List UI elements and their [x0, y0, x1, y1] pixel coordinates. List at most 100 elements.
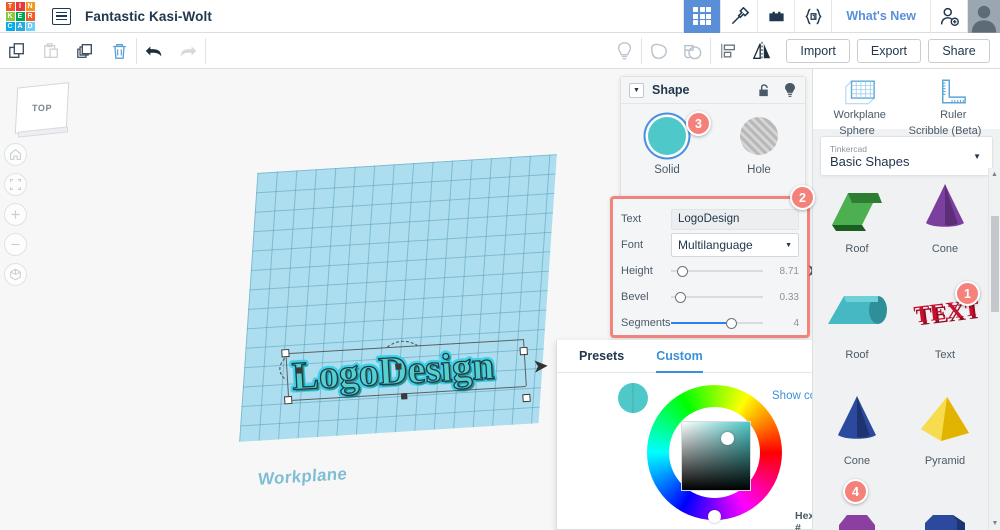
shape-cell-cone2[interactable]: Cone [813, 366, 901, 472]
hole-option[interactable]: Hole [723, 117, 795, 176]
hamburger-menu-icon[interactable] [52, 7, 71, 25]
zoom-out-button[interactable] [4, 233, 27, 256]
ungroup-button[interactable] [676, 33, 710, 69]
rotate-handle-right[interactable]: ➤ [532, 355, 549, 379]
view-cube[interactable]: TOP [14, 82, 72, 138]
resize-handle-bl[interactable] [283, 395, 293, 405]
tinkercad-logo[interactable]: TINKERCAD [0, 0, 40, 33]
text-label: Text [621, 213, 642, 225]
tab-presets[interactable]: Presets [579, 340, 624, 373]
group-button[interactable] [642, 33, 676, 69]
tab-custom[interactable]: Custom [656, 340, 703, 373]
collapse-panel-button[interactable]: ▼ [629, 82, 644, 98]
bevel-field-row: Bevel 0.33 [621, 284, 799, 310]
workplane-tool-label: Workplane [833, 108, 886, 121]
height-slider-knob[interactable] [676, 265, 688, 277]
export-button[interactable]: Export [856, 38, 921, 63]
plus-icon [11, 210, 20, 219]
brick-icon [769, 11, 784, 21]
rotate-arc-left[interactable] [272, 356, 290, 383]
shape-panel-header: ▼ Shape [621, 77, 805, 104]
shape-cell-scribble[interactable]: Scribble (Beta) [901, 120, 989, 154]
font-select[interactable]: Multilanguage ▼ [671, 233, 799, 257]
scrollbar-thumb[interactable] [991, 216, 999, 312]
top-bar-right: What's New [683, 0, 1000, 33]
hue-selector-dot[interactable] [708, 510, 721, 523]
solid-color-swatch[interactable] [648, 117, 686, 155]
copy-button[interactable] [0, 33, 34, 69]
step-badge-2: 2 [790, 185, 815, 210]
resize-handle-br[interactable] [522, 393, 531, 403]
font-label: Font [621, 239, 644, 251]
design-tab[interactable] [683, 0, 721, 33]
ungroup-shapes-icon [684, 44, 702, 59]
shape-cell-cone[interactable]: Cone [901, 154, 989, 260]
logo-letter: R [25, 11, 35, 21]
invite-people-button[interactable] [930, 0, 967, 33]
grid-icon [693, 7, 712, 25]
mirror-button[interactable] [745, 33, 779, 69]
resize-handle-left[interactable] [296, 367, 303, 374]
perspective-toggle-button[interactable] [4, 263, 27, 286]
font-value: Multilanguage [678, 238, 753, 252]
lightbulb-icon[interactable] [783, 82, 797, 98]
logo-letter: C [5, 21, 15, 31]
cylinder-roof-shape-art [826, 282, 888, 344]
avatar[interactable] [967, 0, 1000, 33]
hole-label: Hole [747, 164, 771, 176]
resize-handle-tr[interactable] [519, 346, 528, 356]
step-badge-4: 4 [843, 479, 868, 504]
segments-label: Segments [621, 317, 671, 329]
home-icon [10, 148, 21, 160]
hole-swatch[interactable] [740, 117, 778, 155]
codeblocks-tab[interactable] [720, 0, 757, 33]
shape-cell-cylinder-roof[interactable]: Roof [813, 260, 901, 366]
scroll-up-arrow-icon[interactable]: ▲ [989, 168, 1000, 181]
shape-cell-roof[interactable]: Roof [813, 154, 901, 260]
height-value: 8.71 [779, 265, 799, 277]
delete-button[interactable] [102, 33, 136, 69]
edit-toolbar: Import Export Share [0, 33, 1000, 69]
blocks-tab[interactable] [794, 0, 831, 33]
bevel-slider[interactable] [671, 287, 763, 307]
height-handle[interactable] [395, 363, 402, 370]
bricks-tab[interactable] [757, 0, 794, 33]
segments-slider-knob[interactable] [726, 317, 738, 329]
saturation-value-square[interactable] [681, 421, 751, 491]
redo-button [171, 33, 205, 69]
fit-view-button[interactable] [4, 173, 27, 196]
height-slider[interactable] [671, 261, 763, 281]
share-button[interactable]: Share [928, 38, 990, 63]
bevel-slider-knob[interactable] [674, 291, 686, 303]
chevron-down-icon: ▼ [785, 241, 792, 249]
minus-icon [11, 243, 20, 246]
selection-bounding-box[interactable]: ➤ [279, 330, 549, 423]
roof-shape-art [826, 176, 888, 238]
align-icon [721, 43, 736, 58]
step-badge-1: 1 [955, 281, 980, 306]
sv-selector-dot[interactable] [721, 432, 734, 445]
shape-cell-sphere[interactable]: Sphere [813, 120, 901, 154]
notes-button[interactable] [607, 33, 641, 69]
import-button[interactable]: Import [786, 38, 850, 63]
undo-button[interactable] [137, 33, 171, 69]
top-bar: TINKERCAD Fantastic Kasi-Wolt What's New [0, 0, 1000, 33]
rotate-arc-top[interactable] [385, 334, 420, 350]
cone-shape-art [920, 176, 970, 238]
shape-grid-scrollbar[interactable]: ▲ ▼ [988, 168, 1000, 530]
duplicate-icon [77, 43, 92, 58]
scroll-down-arrow-icon[interactable]: ▼ [989, 517, 1000, 530]
text-input[interactable]: LogoDesign [671, 208, 799, 230]
shape-cell-pyramid[interactable]: Pyramid [901, 366, 989, 472]
resize-handle-bottom[interactable] [401, 393, 408, 400]
whats-new-button[interactable]: What's New [831, 0, 930, 33]
home-view-button[interactable] [4, 143, 27, 166]
align-button[interactable] [711, 33, 745, 69]
shape-cell-hex-blue[interactable] [901, 472, 989, 530]
segments-slider[interactable] [671, 313, 763, 333]
shape-cell-text[interactable]: TEXT TEXT Text [901, 260, 989, 366]
duplicate-button[interactable] [68, 33, 102, 69]
bevel-value: 0.33 [779, 291, 799, 303]
zoom-in-button[interactable] [4, 203, 27, 226]
unlock-icon[interactable] [757, 83, 772, 98]
